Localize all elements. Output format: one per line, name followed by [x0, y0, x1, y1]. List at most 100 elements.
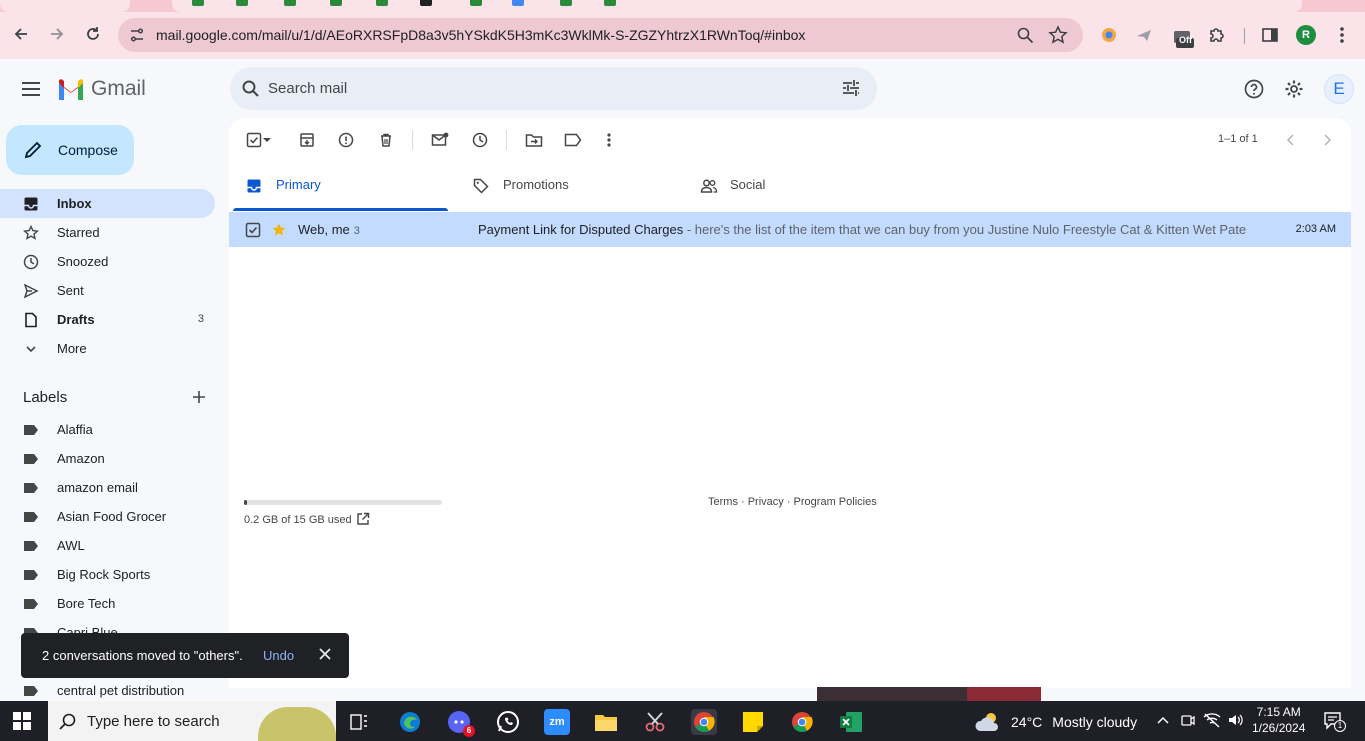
label-item[interactable]: Bore Tech [0, 589, 215, 618]
undo-button[interactable]: Undo [263, 648, 294, 663]
weather-widget[interactable]: 24°C Mostly cloudy [975, 711, 1137, 733]
label-item[interactable]: Asian Food Grocer [0, 502, 215, 531]
address-bar[interactable]: mail.google.com/mail/u/1/d/AEoRXRSFpD8a3… [118, 18, 1083, 52]
chevron-up-icon[interactable] [1156, 713, 1170, 730]
discord-icon[interactable]: 6 [446, 709, 475, 737]
tab-primary[interactable]: Primary [229, 166, 448, 211]
open-external-icon[interactable] [356, 512, 370, 529]
bookmark-star-icon[interactable] [1048, 25, 1068, 48]
storage-bar [244, 500, 442, 505]
table-row[interactable]: Web, me 3 Payment Link for Disputed Charg… [229, 212, 1351, 247]
chrome-profile-taskbar-icon[interactable] [789, 709, 815, 735]
active-tab-indicator [233, 208, 448, 211]
tab-social[interactable]: Social [683, 166, 902, 211]
task-view-icon[interactable] [346, 709, 372, 735]
chevron-down-icon [23, 341, 39, 357]
browser-tab[interactable] [0, 0, 130, 12]
mark-unread-icon[interactable] [430, 130, 450, 150]
label-as-icon[interactable] [563, 130, 583, 150]
weather-condition: Mostly cloudy [1052, 714, 1138, 730]
zoom-icon[interactable] [1016, 26, 1034, 47]
label-item[interactable]: amazon email [0, 473, 215, 502]
storage-text: 0.2 GB of 15 GB used [244, 514, 352, 526]
row-checkbox[interactable] [245, 222, 261, 241]
search-highlight-art [258, 707, 336, 741]
newer-page-icon[interactable] [1281, 130, 1301, 150]
zoom-app-icon[interactable]: zm [544, 709, 570, 735]
label-item[interactable]: Big Rock Sports [0, 560, 215, 589]
add-label-icon[interactable] [190, 388, 208, 409]
footer-links[interactable]: Terms · Privacy · Program Policies [708, 496, 877, 508]
help-icon[interactable] [1243, 78, 1265, 100]
label-item[interactable]: Alaffia [0, 415, 215, 444]
draft-icon [23, 312, 39, 328]
label-item[interactable]: AWL [0, 531, 215, 560]
label-item[interactable]: Amazon [0, 444, 215, 473]
floating-video-thumbnail[interactable] [817, 687, 1041, 701]
site-info-icon[interactable] [128, 26, 146, 47]
main-menu-icon[interactable] [18, 76, 44, 102]
search-bar[interactable] [230, 67, 877, 110]
system-clock[interactable]: 7:15 AM 1/26/2024 [1252, 704, 1305, 736]
browser-tab-strip [0, 0, 1365, 12]
sidebar-item-more[interactable]: More [0, 334, 215, 363]
network-icon[interactable] [1203, 712, 1221, 731]
excel-icon[interactable] [838, 709, 864, 735]
archive-icon[interactable] [297, 130, 317, 150]
drafts-count: 3 [197, 313, 204, 325]
sidebar-item-label: Snoozed [57, 254, 109, 269]
category-tabs: Primary Promotions Social [229, 166, 1351, 211]
delete-icon[interactable] [376, 130, 396, 150]
chrome-menu-icon[interactable] [1331, 24, 1353, 46]
clock-icon [23, 254, 39, 270]
whatsapp-icon[interactable] [495, 709, 521, 735]
search-icon[interactable] [241, 79, 261, 102]
snooze-icon[interactable] [470, 130, 490, 150]
sidebar-item-inbox[interactable]: Inbox [0, 189, 215, 218]
file-explorer-icon[interactable] [593, 709, 619, 735]
sidebar-item-snoozed[interactable]: Snoozed [0, 247, 215, 276]
tab-promotions[interactable]: Promotions [456, 166, 675, 211]
inbox-icon [246, 178, 262, 197]
forward-icon[interactable] [45, 22, 69, 46]
search-options-icon[interactable] [841, 78, 861, 101]
notification-center-icon[interactable]: 1 [1323, 711, 1346, 734]
move-to-icon[interactable] [524, 130, 544, 150]
extension-plane-icon[interactable] [1133, 24, 1155, 46]
more-options-icon[interactable] [599, 130, 619, 150]
select-dropdown-icon[interactable] [261, 130, 273, 150]
taskbar-search-box[interactable]: Type here to search [48, 701, 336, 741]
sidebar-item-starred[interactable]: Starred [0, 218, 215, 247]
side-panel-icon[interactable] [1259, 24, 1281, 46]
sticky-notes-icon[interactable] [740, 709, 766, 735]
browser-toolbar: mail.google.com/mail/u/1/d/AEoRXRSFpD8a3… [0, 12, 1365, 59]
chrome-taskbar-icon[interactable] [691, 709, 717, 735]
label-name: Amazon [57, 451, 105, 466]
search-input[interactable] [268, 77, 828, 99]
compose-button[interactable]: Compose [6, 125, 134, 175]
account-avatar[interactable]: E [1324, 74, 1354, 104]
label-tag-icon [23, 540, 39, 555]
meet-now-icon[interactable] [1180, 712, 1196, 731]
storage-bar-fill [244, 500, 247, 505]
snipping-tool-icon[interactable] [642, 709, 668, 735]
sidebar-item-drafts[interactable]: Drafts 3 [0, 305, 215, 334]
clock-date: 1/26/2024 [1252, 721, 1306, 735]
discord-badge: 6 [463, 725, 475, 737]
extension-color-icon[interactable] [1098, 24, 1120, 46]
starred-icon[interactable] [271, 222, 287, 241]
reload-icon[interactable] [81, 22, 105, 46]
sidebar-item-sent[interactable]: Sent [0, 276, 215, 305]
extension-off-icon[interactable]: Off [1172, 28, 1194, 50]
edge-browser-icon[interactable] [397, 709, 423, 735]
back-icon[interactable] [9, 22, 33, 46]
volume-icon[interactable] [1227, 712, 1243, 731]
chrome-profile-avatar[interactable]: R [1296, 25, 1316, 45]
settings-gear-icon[interactable] [1283, 78, 1305, 100]
report-spam-icon[interactable] [336, 130, 356, 150]
older-page-icon[interactable] [1317, 130, 1337, 150]
windows-start-icon[interactable] [12, 711, 32, 734]
close-icon[interactable] [318, 647, 332, 664]
extensions-puzzle-icon[interactable] [1206, 24, 1228, 46]
gmail-logo[interactable]: Gmail [57, 77, 146, 101]
